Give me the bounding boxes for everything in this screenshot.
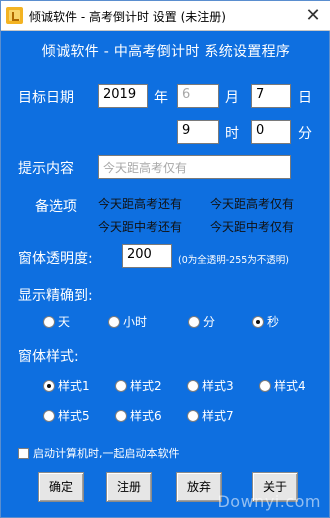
- window-title: 倾诚软件 - 高考倒计时 设置 (未注册): [29, 10, 226, 24]
- prompt-input[interactable]: 今天距高考仅有: [98, 155, 291, 179]
- minute-unit-label: 分: [298, 126, 312, 142]
- option-item[interactable]: 今天距中考还有: [98, 218, 182, 235]
- target-date-label: 目标日期: [18, 90, 74, 106]
- radio-selected-icon: [43, 379, 55, 392]
- radio-icon: [187, 409, 199, 422]
- precision-option-minute[interactable]: 分: [188, 313, 215, 330]
- minute-input[interactable]: 0: [251, 120, 291, 144]
- style-option-7[interactable]: 样式7: [187, 407, 234, 424]
- close-button[interactable]: ✕: [301, 5, 325, 27]
- ok-button[interactable]: 确定: [38, 472, 84, 502]
- style-option-3[interactable]: 样式3: [187, 377, 234, 394]
- options-label: 备选项: [35, 199, 77, 215]
- radio-icon: [115, 379, 127, 392]
- checkbox-icon: [18, 447, 29, 459]
- transparency-hint: (0为全透明-255为不透明): [178, 255, 290, 266]
- year-unit-label: 年: [154, 90, 168, 106]
- settings-window: 倾诚软件 - 高考倒计时 设置 (未注册) ✕ 倾诚软件 - 中高考倒计时 系统…: [0, 0, 330, 518]
- precision-option-second[interactable]: 秒: [252, 313, 279, 330]
- radio-icon: [115, 409, 127, 422]
- style-option-5[interactable]: 样式5: [43, 407, 90, 424]
- radio-icon: [187, 379, 199, 392]
- radio-icon: [259, 379, 271, 392]
- autostart-checkbox[interactable]: 启动计算机时,一起启动本软件: [18, 445, 180, 461]
- transparency-label: 窗体透明度:: [18, 251, 93, 267]
- page-heading: 倾诚软件 - 中高考倒计时 系统设置程序: [41, 44, 291, 60]
- option-item[interactable]: 今天距高考还有: [98, 195, 182, 212]
- transparency-input[interactable]: 200: [122, 244, 172, 268]
- radio-icon: [188, 315, 200, 328]
- hour-input[interactable]: 9: [177, 120, 219, 144]
- month-unit-label: 月: [225, 90, 239, 106]
- title-bar: 倾诚软件 - 高考倒计时 设置 (未注册) ✕: [1, 1, 330, 31]
- prompt-label: 提示内容: [18, 161, 74, 177]
- style-option-2[interactable]: 样式2: [115, 377, 162, 394]
- option-item[interactable]: 今天距高考仅有: [210, 195, 294, 212]
- style-label: 窗体样式:: [18, 349, 79, 365]
- day-unit-label: 日: [298, 90, 312, 106]
- month-input[interactable]: 6: [177, 84, 219, 108]
- radio-icon: [43, 315, 55, 328]
- radio-icon: [43, 409, 55, 422]
- option-item[interactable]: 今天距中考仅有: [210, 218, 294, 235]
- year-input[interactable]: 2019: [98, 84, 148, 108]
- day-input[interactable]: 7: [251, 84, 291, 108]
- watermark: Downyi.com: [217, 492, 321, 511]
- precision-label: 显示精确到:: [18, 288, 93, 304]
- precision-option-day[interactable]: 天: [43, 313, 70, 330]
- style-option-6[interactable]: 样式6: [115, 407, 162, 424]
- radio-selected-icon: [252, 315, 264, 328]
- hour-unit-label: 时: [225, 126, 239, 142]
- abandon-button[interactable]: 放弃: [176, 472, 222, 502]
- app-icon: [6, 7, 23, 24]
- radio-icon: [108, 315, 120, 328]
- precision-option-hour[interactable]: 小时: [108, 313, 147, 330]
- style-option-1[interactable]: 样式1: [43, 377, 90, 394]
- register-button[interactable]: 注册: [106, 472, 152, 502]
- style-option-4[interactable]: 样式4: [259, 377, 306, 394]
